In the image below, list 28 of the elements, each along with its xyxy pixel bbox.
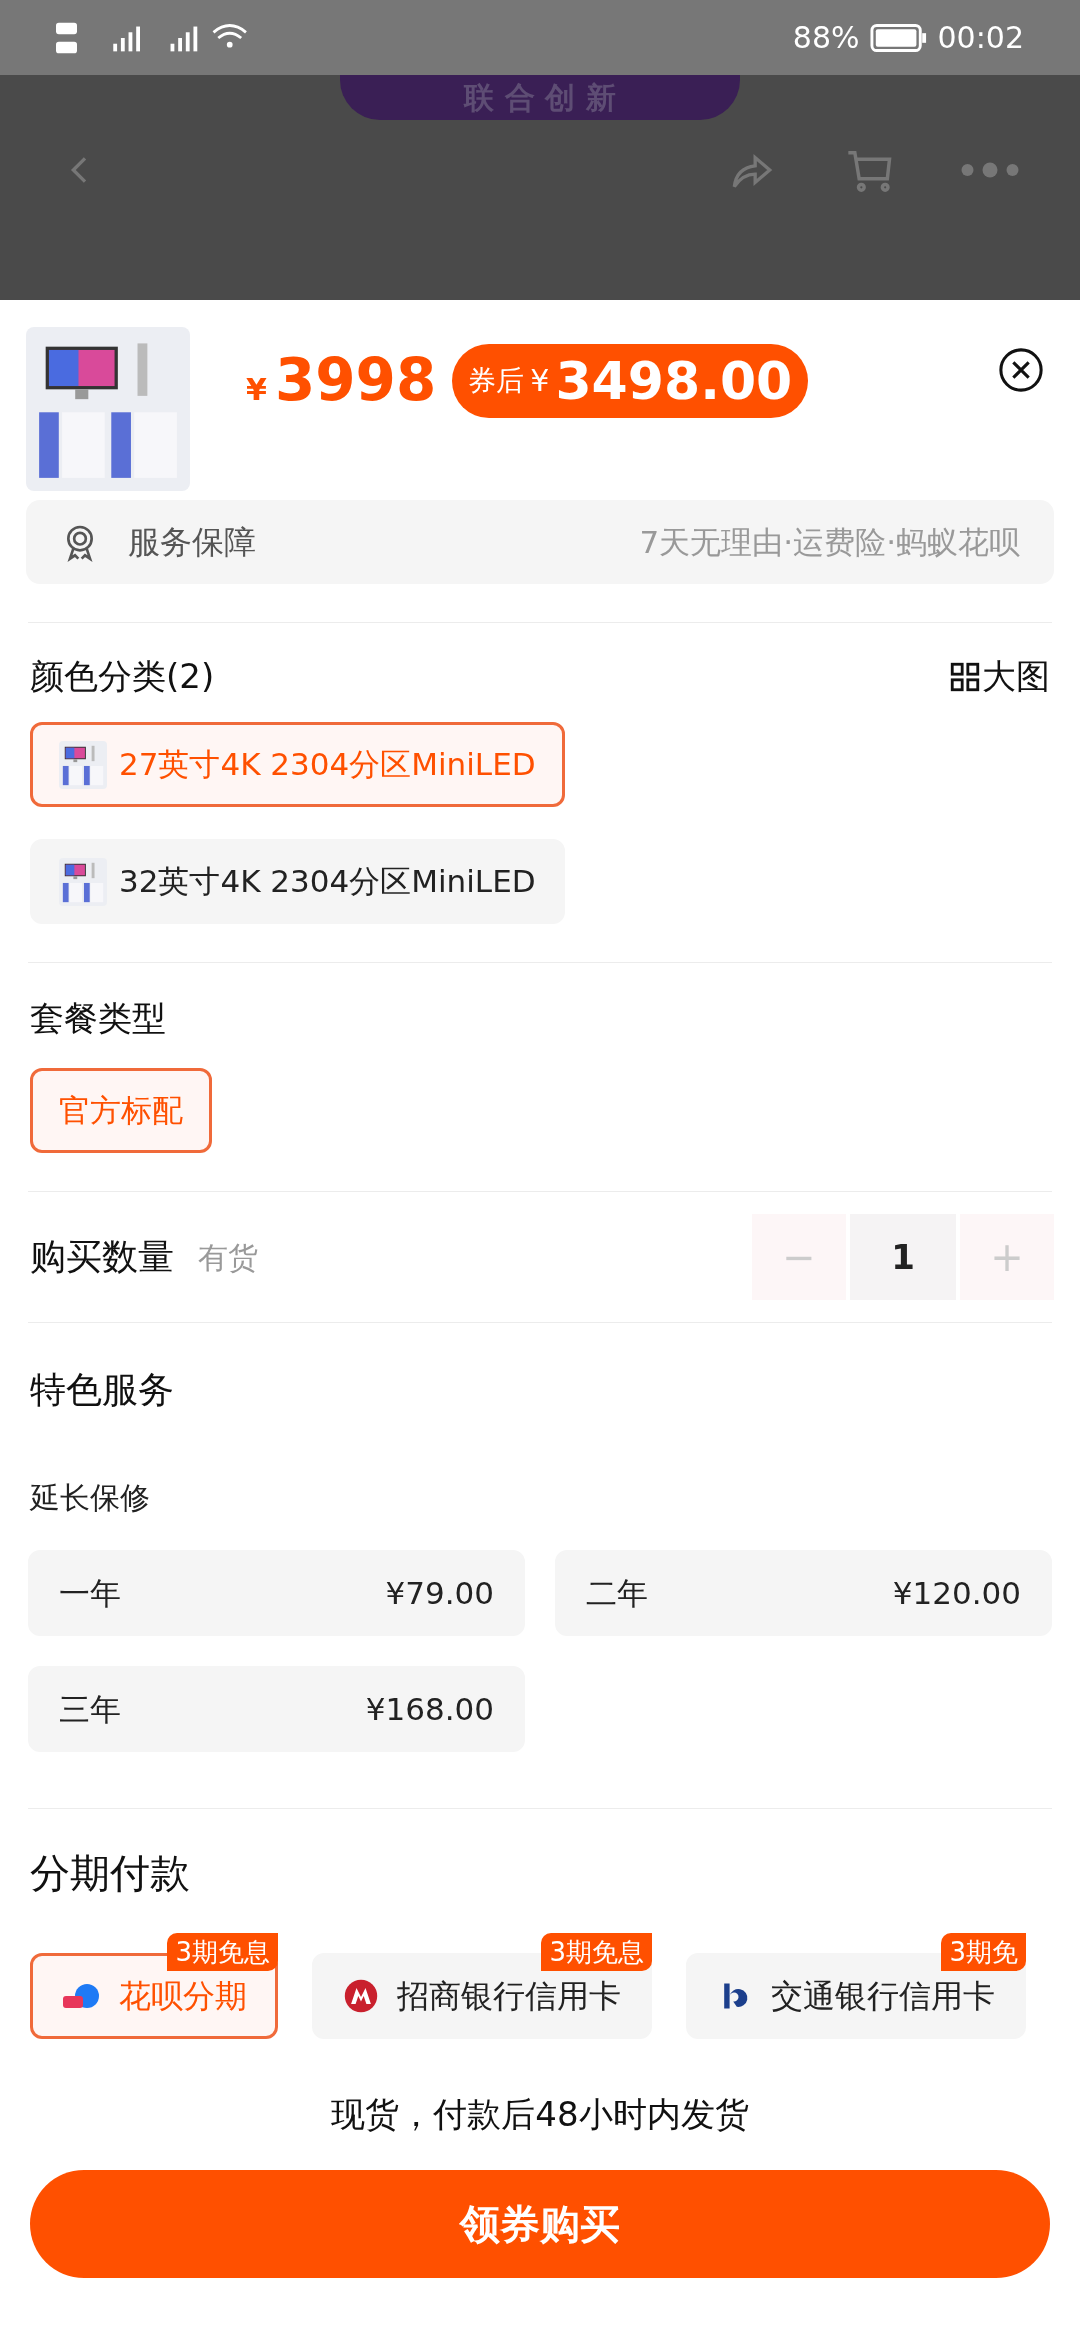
section-subtitle: 延长保修	[30, 1480, 150, 1515]
section-title: 分期付款	[30, 1850, 190, 1896]
battery-icon	[869, 22, 928, 53]
section-title: 颜色分类(2)	[30, 655, 215, 698]
delivery-note: 现货，付款后48小时内发货	[331, 2093, 749, 2136]
warranty-option[interactable]: 三年 ¥168.00	[28, 1666, 525, 1752]
color-option[interactable]: 32英寸4K 2304分区MiniLED	[30, 839, 565, 924]
interest-free-badge: 3期免息	[167, 1933, 278, 1971]
more-icon[interactable]	[960, 161, 1020, 179]
service-guarantee-bar[interactable]: 服务保障 7天无理由·运费险·蚂蚁花呗	[26, 500, 1054, 584]
bank-logo-icon	[343, 1978, 379, 2014]
section-title: 特色服务	[30, 1369, 174, 1410]
clock: 00:02	[937, 19, 1024, 57]
warranty-option[interactable]: 一年 ¥79.00	[28, 1550, 525, 1636]
close-icon[interactable]	[998, 347, 1044, 393]
warranty-option[interactable]: 二年 ¥120.00	[555, 1550, 1052, 1636]
interest-free-badge: 3期免	[941, 1933, 1026, 1971]
service-detail: 7天无理由·运费险·蚂蚁花呗	[639, 522, 1020, 562]
price: ¥3998	[246, 345, 437, 416]
stock-status: 有货	[198, 1238, 258, 1277]
battery-percent: 88%	[792, 19, 860, 57]
interest-free-badge: 3期免息	[541, 1933, 652, 1971]
coupon-price-badge: 券后 ¥3498.00	[452, 343, 809, 418]
quantity-value: 1	[850, 1214, 956, 1300]
service-label: 服务保障	[128, 522, 256, 563]
large-image-link[interactable]: 大图	[982, 651, 1050, 702]
section-title: 套餐类型	[30, 998, 166, 1038]
quantity-label: 购买数量	[30, 1235, 174, 1279]
